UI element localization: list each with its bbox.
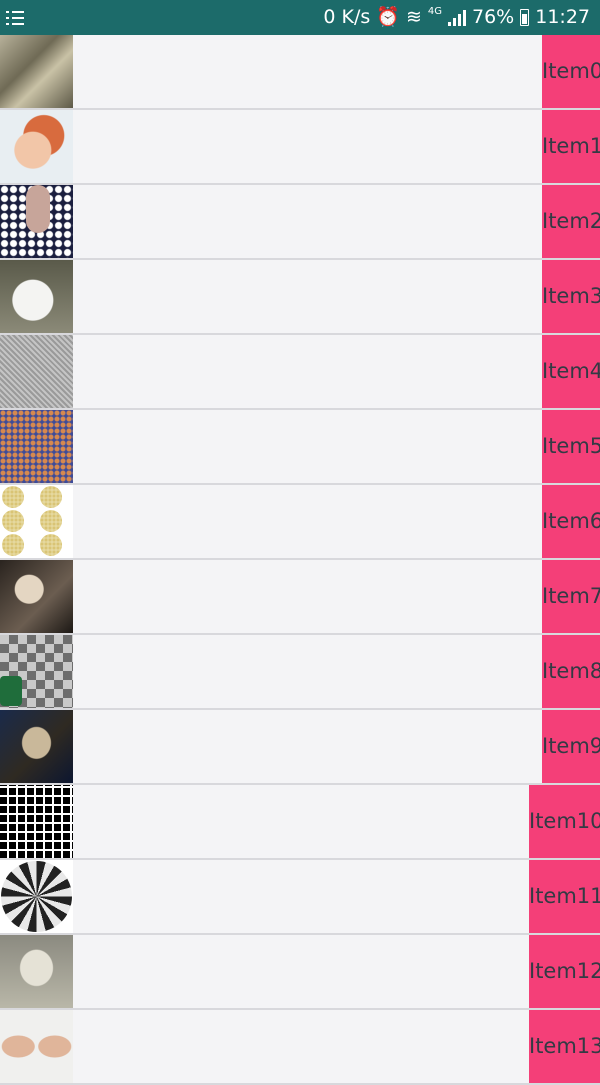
thumbnail-image (0, 410, 73, 483)
item-list[interactable]: Item0 Item1 Item2 Item3 Item4 Item5 Item… (0, 35, 600, 1085)
thumbnail-image (0, 935, 73, 1008)
item-label: Item4 (542, 335, 600, 408)
list-item[interactable]: Item7 (0, 560, 600, 635)
item-label: Item9 (542, 710, 600, 783)
thumbnail-image (0, 335, 73, 408)
list-item[interactable]: Item2 (0, 185, 600, 260)
thumbnail-image (0, 560, 73, 633)
list-item[interactable]: Item3 (0, 260, 600, 335)
thumbnail-image (0, 860, 73, 933)
list-item[interactable]: Item6 (0, 485, 600, 560)
network-type: 4G (427, 6, 442, 17)
network-speed: 0 K/s (323, 6, 371, 28)
status-bar: 0 K/s ⏰ ≋ 4G 76% 11:27 (0, 0, 600, 35)
list-item[interactable]: Item10 (0, 785, 600, 860)
thumbnail-image (0, 35, 73, 108)
alarm-icon: ⏰ (376, 6, 400, 28)
item-label: Item1 (542, 110, 600, 183)
thumbnail-image (0, 185, 73, 258)
list-item[interactable]: Item8 (0, 635, 600, 710)
item-label: Item8 (542, 635, 600, 708)
list-item[interactable]: Item5 (0, 410, 600, 485)
menu-icon[interactable] (6, 10, 24, 26)
thumbnail-image (0, 1010, 73, 1083)
item-label: Item5 (542, 410, 600, 483)
item-label: Item11 (529, 860, 600, 933)
item-label: Item13 (529, 1010, 600, 1083)
item-label: Item0 (542, 35, 600, 108)
thumbnail-image (0, 485, 73, 558)
thumbnail-image (0, 110, 73, 183)
thumbnail-image (0, 710, 73, 783)
thumbnail-image (0, 260, 73, 333)
list-item[interactable]: Item12 (0, 935, 600, 1010)
list-item[interactable]: Item9 (0, 710, 600, 785)
thumbnail-image (0, 635, 73, 708)
list-item[interactable]: Item1 (0, 110, 600, 185)
list-item[interactable]: Item11 (0, 860, 600, 935)
item-label: Item10 (529, 785, 600, 858)
battery-percent: 76% (472, 6, 515, 28)
item-label: Item7 (542, 560, 600, 633)
signal-icon (448, 9, 466, 26)
list-item[interactable]: Item0 (0, 35, 600, 110)
item-label: Item12 (529, 935, 600, 1008)
item-label: Item2 (542, 185, 600, 258)
item-label: Item6 (542, 485, 600, 558)
clock: 11:27 (535, 6, 590, 28)
battery-icon (520, 9, 530, 26)
thumbnail-image (0, 785, 73, 858)
list-item[interactable]: Item13 (0, 1010, 600, 1085)
wifi-icon: ≋ (405, 6, 422, 28)
list-item[interactable]: Item4 (0, 335, 600, 410)
item-label: Item3 (542, 260, 600, 333)
